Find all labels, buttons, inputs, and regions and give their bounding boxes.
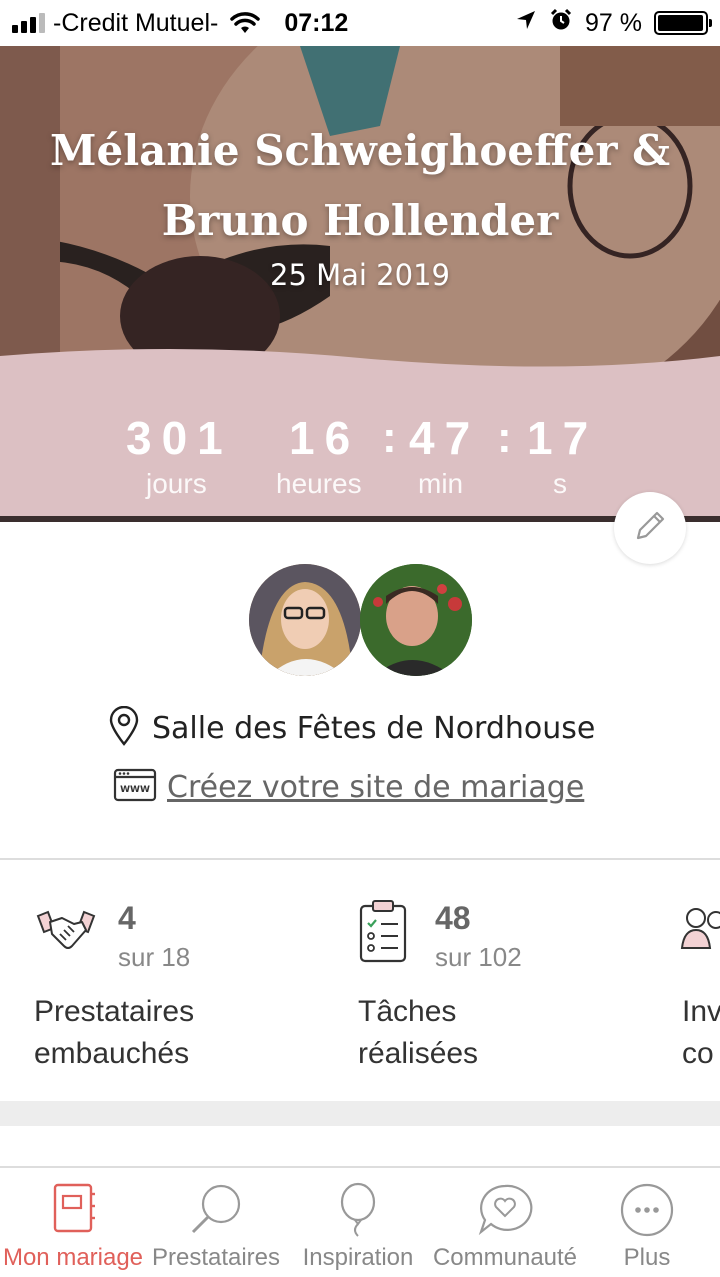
signal-strength-icon [12,13,45,33]
bottom-tab-bar: Mon mariage Prestataires Inspiration Com… [0,1166,720,1277]
create-website-row[interactable]: WWW Créez votre site de mariage [113,768,584,807]
countdown-days: 301 [126,412,233,464]
wedding-date: 25 Mai 2019 [270,258,450,292]
couple-cover-photo[interactable]: Mélanie Schweighoeffer & Bruno Hollender… [0,46,720,522]
clock: 07:12 [284,8,349,37]
stat-tasks-label: Tâches réalisées [358,995,479,1070]
stat-tasks-total: sur 102 [435,942,522,972]
wifi-icon [230,12,261,34]
balloon-icon [336,1182,380,1243]
handshake-icon [34,908,98,959]
countdown-hours-label: heures [276,468,362,499]
create-website-link[interactable]: Créez votre site de mariage [167,770,584,805]
tab-mon-mariage[interactable]: Mon mariage [0,1168,146,1277]
stat-vendors-value: 4 [118,900,136,936]
tab-mon-mariage-label: Mon mariage [2,1244,144,1271]
stat-guests-label: Inv co [682,995,720,1070]
countdown-seconds-label: s [553,468,567,499]
tab-inspiration[interactable]: Inspiration [286,1168,430,1277]
battery-icon [654,11,712,35]
status-bar: -Credit Mutuel- 07:12 97 % [0,0,720,46]
countdown-days-label: jours [146,468,207,499]
tab-inspiration-label: Inspiration [302,1244,414,1271]
stat-guests[interactable]: Inv co [640,880,720,1090]
notebook-icon [49,1182,97,1239]
tab-communaute[interactable]: Communauté [430,1168,580,1277]
groom-avatar[interactable] [360,564,472,676]
stat-tasks-value: 48 [435,900,471,936]
couple-name-line-2: Bruno Hollender [161,196,559,245]
pencil-icon [630,506,670,551]
countdown-separator: : [497,413,512,462]
countdown-hours: 16 [289,412,361,464]
stat-vendors-total: sur 18 [118,942,191,972]
search-icon [187,1182,245,1241]
stat-vendors-label: Prestataires embauchés [34,995,195,1070]
tab-prestataires[interactable]: Prestataires [146,1168,286,1277]
tab-communaute-label: Communauté [432,1244,578,1271]
carrier-name: -Credit Mutuel- [53,8,219,37]
countdown-timer: 301 16 : 47 : 17 jours heures min s [0,401,720,511]
edit-button[interactable] [614,492,686,564]
location-row[interactable]: Salle des Fêtes de Nordhouse [108,705,596,751]
battery-percent: 97 % [585,8,642,37]
stat-tasks[interactable]: 48 sur 102 Tâches réalisées [320,880,640,1090]
alarm-icon [549,8,573,39]
chat-heart-icon [477,1182,533,1241]
tab-prestataires-label: Prestataires [151,1244,281,1271]
couple-names: Mélanie Schweighoeffer & Bruno Hollender [0,116,720,256]
more-icon [619,1182,675,1243]
browser-www-icon: WWW [113,768,157,807]
wedding-venue: Salle des Fêtes de Nordhouse [152,711,596,746]
countdown-seconds: 17 [527,412,599,464]
location-arrow-icon [515,9,537,38]
section-separator [0,1101,720,1126]
svg-text:WWW: WWW [120,785,150,795]
couple-name-line-1: Mélanie Schweighoeffer & [50,126,670,175]
countdown-minutes-label: min [418,468,464,499]
countdown-minutes: 47 [409,412,481,464]
map-pin-icon [108,705,140,751]
tab-plus-label: Plus [623,1244,671,1271]
tab-plus[interactable]: Plus [580,1168,714,1277]
stat-vendors[interactable]: 4 sur 18 Prestataires embauchés [0,880,320,1090]
guests-icon [680,904,720,957]
section-divider [0,858,720,860]
bride-avatar[interactable] [249,564,361,676]
checklist-icon [358,898,408,969]
countdown-separator: : [382,413,397,462]
